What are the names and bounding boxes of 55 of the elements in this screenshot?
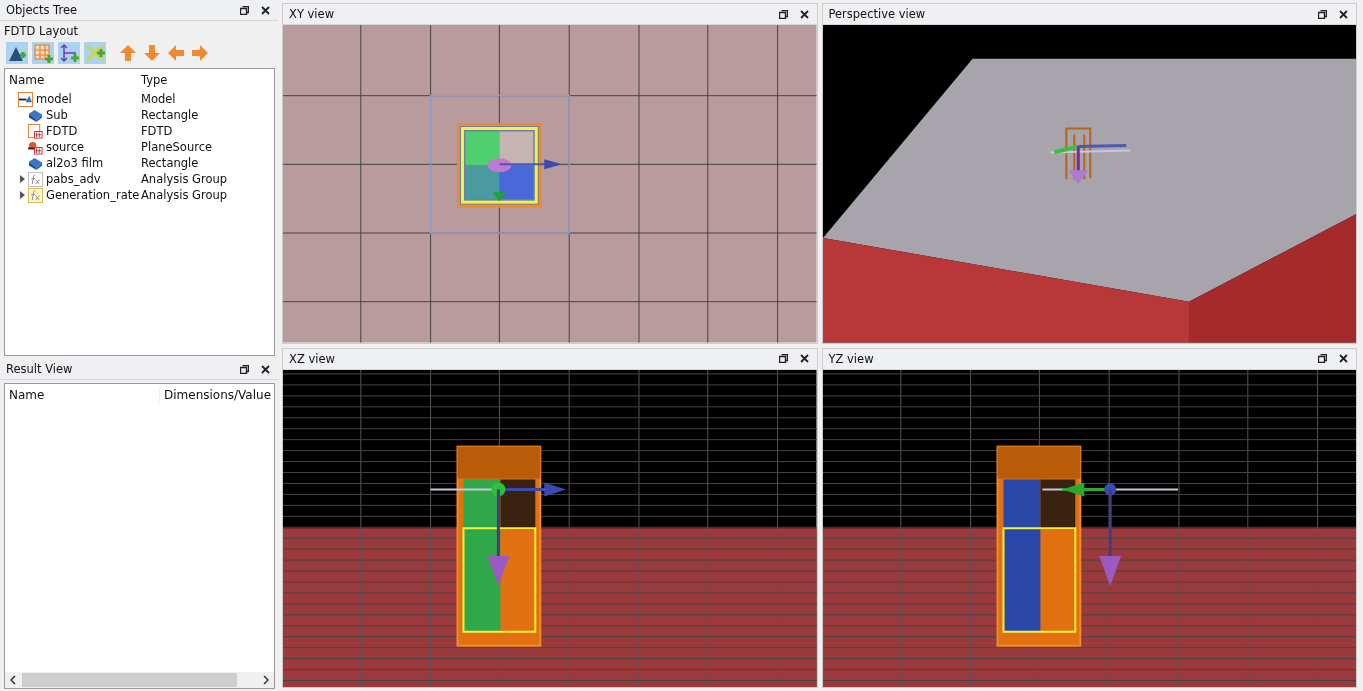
restore-icon[interactable] [1318,354,1327,363]
close-icon[interactable] [1339,9,1348,19]
block-icon [28,155,43,171]
grid-box-icon [28,123,43,139]
column-header[interactable]: Name [5,73,141,87]
column-header[interactable]: Dimensions/Value [159,388,272,402]
model-icon [18,91,33,107]
layout-label: FDTD Layout [3,23,80,38]
close-icon[interactable] [261,5,270,15]
type-cell: Rectangle [141,156,199,170]
type-cell: PlaneSource [141,140,213,154]
side-view-drawing[interactable] [283,369,817,687]
type-cell: Rectangle [141,108,199,122]
close-icon[interactable] [799,354,809,363]
panel-title: Objects Tree [6,3,79,17]
function-icon [28,171,43,187]
source-icon [28,139,43,155]
horizontal-scrollbar[interactable] [5,672,274,688]
tree-item[interactable]: pabs_adv [46,172,101,186]
tree-item[interactable]: source [46,140,85,154]
side-view-drawing[interactable] [822,369,1356,687]
tree-item[interactable]: model [36,92,72,106]
tree-item[interactable]: Generation_rate [46,188,140,202]
close-icon[interactable] [261,364,270,374]
scroll-thumb[interactable] [22,673,237,687]
tree-item[interactable]: Sub [46,108,68,122]
panel-title: Perspective view [828,7,927,21]
tree-item[interactable]: al2o3 film [46,156,104,170]
collapsed-caret-icon[interactable] [19,191,25,199]
type-cell: Model [141,92,176,106]
type-cell: Analysis Group [141,188,228,202]
column-header[interactable]: Type [141,73,168,87]
panel-title: XZ view [289,351,336,366]
scroll-right-icon[interactable] [263,675,269,685]
close-icon[interactable] [799,9,809,19]
add-structure-icon[interactable] [6,42,28,64]
function-icon [28,187,43,203]
tree-item[interactable]: FDTD [46,124,78,138]
collapsed-caret-icon[interactable] [19,175,25,183]
type-cell: Analysis Group [141,172,228,186]
type-cell: FDTD [141,124,173,138]
scroll-left-icon[interactable] [10,675,16,685]
restore-icon[interactable] [778,354,788,363]
restore-icon[interactable] [1318,9,1327,19]
add-monitor-icon[interactable] [58,42,80,64]
restore-icon[interactable] [778,9,788,19]
panel-title: Result View [6,362,74,376]
restore-icon[interactable] [240,364,249,374]
panel-title: XY view [289,7,336,21]
panel-title: YZ view [828,351,875,366]
block-icon [28,107,43,123]
restore-icon[interactable] [240,5,249,15]
column-header[interactable]: Name [5,388,159,402]
close-icon[interactable] [1339,354,1348,363]
perspective-drawing[interactable] [822,25,1356,343]
